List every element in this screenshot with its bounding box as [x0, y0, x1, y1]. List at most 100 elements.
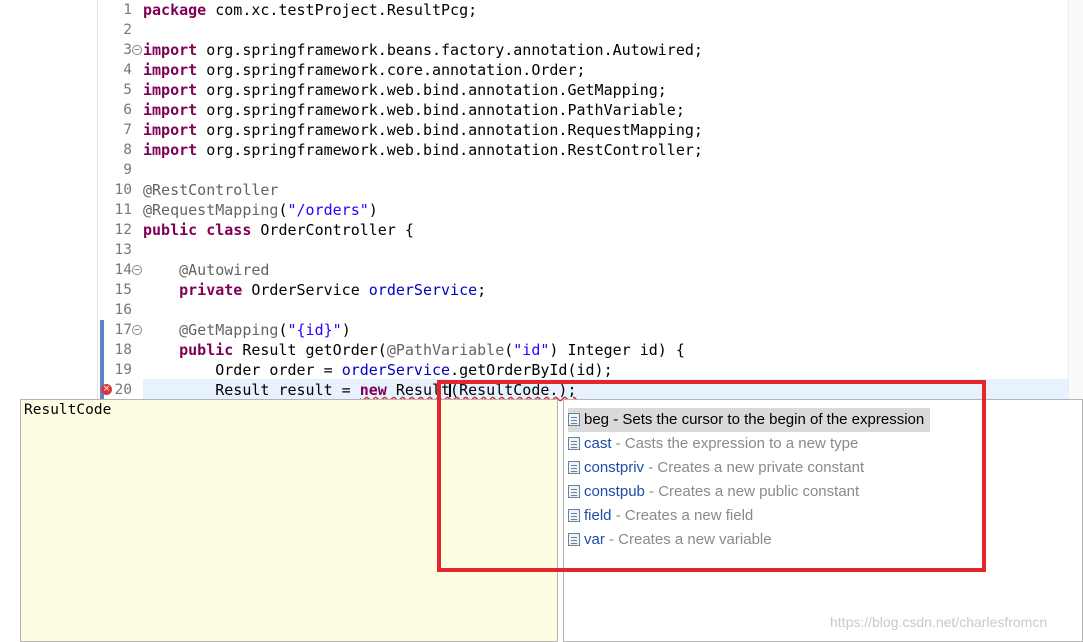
code-token: "id" [513, 341, 550, 359]
code-token: import [143, 121, 198, 139]
line-number: 10 [114, 182, 132, 198]
code-line[interactable]: 6 import org.springframework.web.bind.ann… [0, 100, 1068, 120]
code-line[interactable]: 7 import org.springframework.web.bind.ann… [0, 120, 1068, 140]
code-line[interactable]: 8 import org.springframework.web.bind.ann… [0, 140, 1068, 160]
line-number: 6 [123, 102, 132, 118]
code-text: import org.springframework.web.bind.anno… [143, 140, 703, 160]
code-token: new [359, 381, 387, 399]
line-number: 8 [123, 142, 132, 158]
line-number: 9 [123, 162, 132, 178]
code-token: Order order = [143, 361, 342, 379]
code-token: "{id}" [287, 321, 342, 339]
line-number: 17 [114, 322, 132, 338]
code-token: ( [278, 201, 288, 219]
code-token: import [143, 101, 198, 119]
error-marker-icon[interactable]: × [101, 384, 112, 395]
code-text: public class OrderController { [143, 220, 414, 240]
code-line[interactable]: 15 private OrderService orderService; [0, 280, 1068, 300]
code-token: org.springframework.web.bind.annotation.… [197, 81, 667, 99]
code-token: Result result = [143, 381, 360, 399]
code-token: @PathVariable [386, 341, 505, 359]
code-text: @RestController [143, 180, 278, 200]
line-number: 14 [114, 262, 132, 278]
watermark-text: https://blog.csdn.net/charlesfromcn [830, 614, 1048, 630]
code-line[interactable]: 9 [0, 160, 1068, 180]
code-token: orderService [341, 361, 451, 379]
code-line[interactable]: 4 import org.springframework.core.annotat… [0, 60, 1068, 80]
code-token: @GetMapping [179, 321, 279, 339]
code-line[interactable]: 16 [0, 300, 1068, 320]
code-token: import [143, 141, 198, 159]
line-number: 18 [114, 342, 132, 358]
code-token: org.springframework.core.annotation.Orde… [197, 61, 586, 79]
code-text: import org.springframework.beans.factory… [143, 40, 703, 60]
code-text: @Autowired [143, 260, 269, 280]
code-token: @RequestMapping [143, 201, 279, 219]
code-token: "/orders" [287, 201, 369, 219]
code-token: import [143, 81, 198, 99]
line-number: 4 [123, 62, 132, 78]
code-line[interactable]: 2 [0, 20, 1068, 40]
code-line[interactable]: 5 import org.springframework.web.bind.ann… [0, 80, 1068, 100]
fold-toggle-icon[interactable]: − [132, 45, 142, 55]
fold-toggle-icon[interactable]: − [132, 265, 142, 275]
line-number: 13 [114, 242, 132, 258]
code-line[interactable]: 10 @RestController [0, 180, 1068, 200]
code-token: OrderService [242, 281, 369, 299]
line-number: 19 [114, 362, 132, 378]
code-token: ) [341, 321, 351, 339]
code-token: Result getOrder( [233, 341, 387, 359]
code-text: import org.springframework.web.bind.anno… [143, 80, 667, 100]
doc-popup-text: ResultCode [24, 402, 112, 418]
code-line[interactable]: 1 package com.xc.testProject.ResultPcg; [0, 0, 1068, 20]
code-line[interactable]: 18 public Result getOrder(@PathVariable(… [0, 340, 1068, 360]
code-token: com.xc.testProject.ResultPcg; [206, 1, 478, 19]
line-number: 3 [123, 42, 132, 58]
code-token: ; [477, 281, 487, 299]
line-number: 2 [123, 22, 132, 38]
code-text: public Result getOrder(@PathVariable("id… [143, 340, 685, 360]
code-token: .getOrderById(id); [450, 361, 613, 379]
code-token: ( [278, 321, 288, 339]
code-token: private [179, 281, 243, 299]
code-token: OrderController { [251, 221, 414, 239]
line-number: 11 [114, 202, 132, 218]
code-token: org.springframework.beans.factory.annota… [197, 41, 703, 59]
fold-toggle-icon[interactable]: − [132, 325, 142, 335]
line-number: 7 [123, 122, 132, 138]
code-line[interactable]: 17− @GetMapping("{id}") [0, 320, 1068, 340]
code-token: class [206, 221, 252, 239]
code-text: @GetMapping("{id}") [143, 320, 351, 340]
line-number: 16 [114, 302, 132, 318]
code-line[interactable]: 13 [0, 240, 1068, 260]
code-token: org.springframework.web.bind.annotation.… [197, 101, 685, 119]
code-line[interactable]: 11 @RequestMapping("/orders") [0, 200, 1068, 220]
code-token: @RestController [143, 181, 279, 199]
code-token: orderService [368, 281, 478, 299]
code-token: package [143, 1, 207, 19]
code-line[interactable]: 12 public class OrderController { [0, 220, 1068, 240]
code-token: import [143, 61, 198, 79]
code-token: import [143, 41, 198, 59]
line-number: 15 [114, 282, 132, 298]
code-token: ) [368, 201, 378, 219]
code-text: import org.springframework.core.annotati… [143, 60, 586, 80]
red-annotation-box [437, 380, 986, 572]
code-line[interactable]: 14− @Autowired [0, 260, 1068, 280]
code-token: @Autowired [179, 261, 270, 279]
code-token: ) Integer id) { [549, 341, 685, 359]
code-token: org.springframework.web.bind.annotation.… [197, 141, 703, 159]
code-token: public [143, 221, 198, 239]
code-token: org.springframework.web.bind.annotation.… [197, 121, 703, 139]
code-line[interactable]: 3− import org.springframework.beans.facto… [0, 40, 1068, 60]
line-number: 5 [123, 82, 132, 98]
code-line[interactable]: 19 Order order = orderService.getOrderBy… [0, 360, 1068, 380]
code-text: Order order = orderService.getOrderById(… [143, 360, 613, 380]
code-text: private OrderService orderService; [143, 280, 486, 300]
code-text: package com.xc.testProject.ResultPcg; [143, 0, 477, 20]
